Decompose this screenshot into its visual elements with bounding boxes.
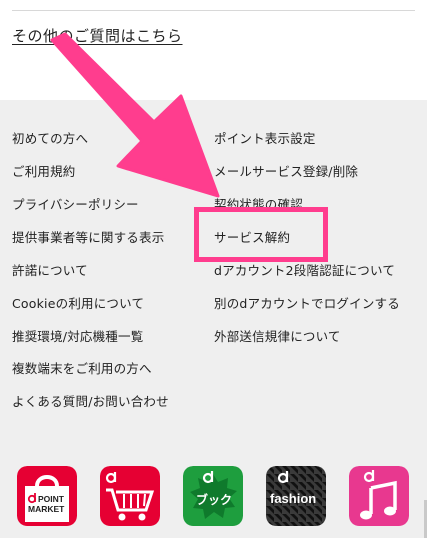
footer-link-provider-info[interactable]: 提供事業者等に関する表示: [12, 227, 164, 246]
app-dpoint-market-icon[interactable]: POINT MARKET: [17, 466, 77, 526]
footer-link-other-account-login[interactable]: 別のdアカウントでログインする: [214, 293, 400, 312]
app-dbook-label: ブック: [196, 492, 232, 507]
app-dpoint-line2: MARKET: [28, 504, 65, 514]
divider: [12, 10, 415, 11]
footer-link-faq-contact[interactable]: よくある質問/お問い合わせ: [12, 391, 169, 410]
footer-link-license[interactable]: 許諾について: [12, 260, 88, 279]
footer-link-environment[interactable]: 推奨環境/対応機種一覧: [12, 326, 143, 345]
footer-link-point-display[interactable]: ポイント表示設定: [214, 128, 316, 147]
app-dmusic-icon[interactable]: [349, 466, 409, 526]
app-dpoint-line1: POINT: [38, 494, 65, 504]
footer-link-cookie[interactable]: Cookieの利用について: [12, 293, 144, 312]
footer-link-two-step-auth[interactable]: dアカウント2段階認証について: [214, 260, 395, 279]
app-dshopping-icon[interactable]: [100, 466, 160, 526]
footer-link-external-transmission[interactable]: 外部送信規律について: [214, 326, 341, 345]
app-dfashion-label: fashion: [270, 491, 316, 506]
footer-link-mail-service[interactable]: メールサービス登録/削除: [214, 161, 358, 180]
footer-link-first-time[interactable]: 初めての方へ: [12, 128, 88, 147]
footer-link-contract-status[interactable]: 契約状態の確認: [214, 194, 303, 213]
footer-link-terms[interactable]: ご利用規約: [12, 161, 76, 180]
footer-link-service-cancel[interactable]: サービス解約: [214, 227, 290, 246]
faq-section: その他のご質問はこちら: [0, 0, 427, 100]
app-dbook-icon[interactable]: ブック: [183, 466, 243, 526]
other-questions-link[interactable]: その他のご質問はこちら: [12, 25, 183, 46]
footer-link-privacy[interactable]: プライバシーポリシー: [12, 194, 139, 213]
footer-link-multi-device[interactable]: 複数端末をご利用の方へ: [12, 358, 152, 377]
app-dfashion-icon[interactable]: fashion: [266, 466, 326, 526]
